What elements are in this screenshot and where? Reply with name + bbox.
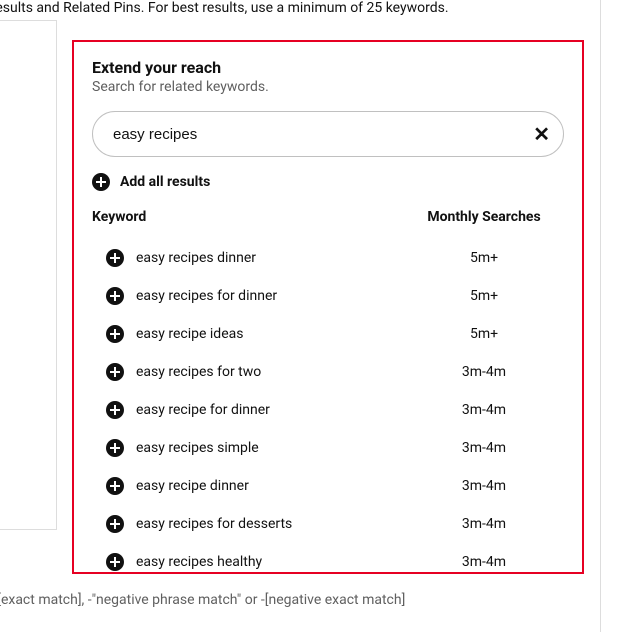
header-searches: Monthly Searches [404, 209, 564, 225]
add-all-button[interactable]: Add all results [92, 173, 564, 191]
add-keyword-button[interactable] [92, 553, 136, 571]
result-searches: 3m-4m [404, 554, 564, 570]
result-keyword: easy recipes for desserts [136, 516, 404, 532]
plus-icon [106, 553, 124, 571]
result-row: easy recipes for two3m-4m [92, 353, 564, 391]
plus-icon [106, 249, 124, 267]
instruction-text: arch results and Related Pins. For best … [0, 0, 449, 16]
results-header: Keyword Monthly Searches [92, 209, 564, 225]
extend-reach-panel: Extend your reach Search for related key… [72, 40, 584, 574]
panel-title: Extend your reach [92, 58, 564, 77]
plus-icon [106, 439, 124, 457]
add-keyword-button[interactable] [92, 515, 136, 533]
result-row: easy recipe for dinner3m-4m [92, 391, 564, 429]
result-keyword: easy recipes for two [136, 364, 404, 380]
result-searches: 3m-4m [404, 364, 564, 380]
add-keyword-button[interactable] [92, 401, 136, 419]
plus-icon [106, 401, 124, 419]
plus-icon [106, 325, 124, 343]
add-all-label: Add all results [120, 174, 210, 190]
result-keyword: easy recipes simple [136, 440, 404, 456]
add-keyword-button[interactable] [92, 477, 136, 495]
plus-icon [106, 287, 124, 305]
plus-icon [106, 515, 124, 533]
result-row: easy recipe ideas5m+ [92, 315, 564, 353]
add-keyword-button[interactable] [92, 249, 136, 267]
plus-icon [92, 173, 110, 191]
result-searches: 5m+ [404, 288, 564, 304]
clear-icon[interactable]: ✕ [533, 124, 550, 144]
result-row: easy recipes healthy3m-4m [92, 543, 564, 581]
result-row: easy recipes for dinner5m+ [92, 277, 564, 315]
result-searches: 3m-4m [404, 440, 564, 456]
add-keyword-button[interactable] [92, 325, 136, 343]
panel-subtitle: Search for related keywords. [92, 79, 564, 95]
keyword-search-input[interactable] [92, 111, 564, 157]
result-searches: 5m+ [404, 250, 564, 266]
results-list: easy recipes dinner5m+easy recipes for d… [92, 239, 564, 581]
result-keyword: easy recipes for dinner [136, 288, 404, 304]
result-searches: 3m-4m [404, 402, 564, 418]
page-divider [600, 0, 601, 632]
result-keyword: easy recipe for dinner [136, 402, 404, 418]
search-wrapper: ✕ [92, 111, 564, 157]
plus-icon [106, 477, 124, 495]
result-row: easy recipes simple3m-4m [92, 429, 564, 467]
result-keyword: easy recipe ideas [136, 326, 404, 342]
result-searches: 5m+ [404, 326, 564, 342]
add-keyword-button[interactable] [92, 287, 136, 305]
result-row: easy recipes dinner5m+ [92, 239, 564, 277]
result-searches: 3m-4m [404, 478, 564, 494]
result-row: easy recipe dinner3m-4m [92, 467, 564, 505]
plus-icon [106, 363, 124, 381]
result-searches: 3m-4m [404, 516, 564, 532]
result-row: easy recipes for desserts3m-4m [92, 505, 564, 543]
result-keyword: easy recipe dinner [136, 478, 404, 494]
header-keyword: Keyword [92, 209, 404, 225]
add-keyword-button[interactable] [92, 439, 136, 457]
add-keyword-button[interactable] [92, 363, 136, 381]
result-keyword: easy recipes healthy [136, 554, 404, 570]
match-syntax-hint: atch", [exact match], -"negative phrase … [0, 592, 405, 608]
result-keyword: easy recipes dinner [136, 250, 404, 266]
left-panel-fragment [0, 20, 57, 530]
